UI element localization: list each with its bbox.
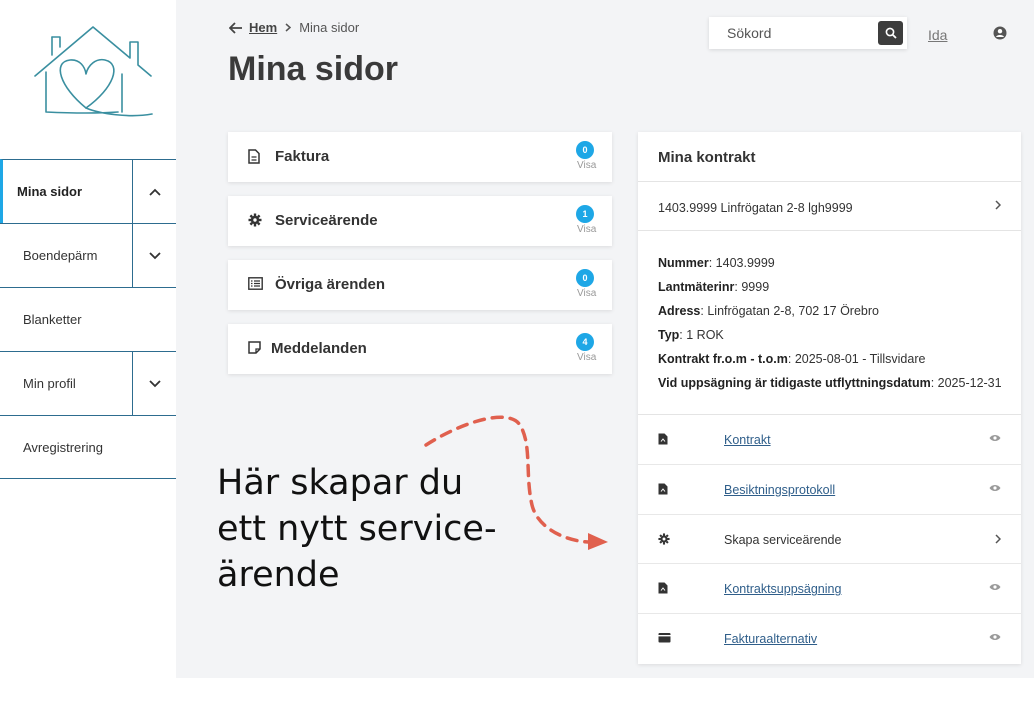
document-link[interactable]: Besiktningsprotokoll	[724, 483, 835, 497]
chevron-right-icon	[995, 200, 1001, 210]
card-faktura[interactable]: Faktura 0 Visa	[228, 132, 612, 182]
sidebar-item-label: Mina sidor	[17, 184, 83, 199]
detail-row: Nummer: 1403.9999	[658, 255, 1021, 279]
breadcrumb-current: Mina sidor	[299, 20, 360, 35]
search-icon	[885, 27, 897, 39]
user-link[interactable]: Ida	[928, 27, 947, 43]
show-link[interactable]: Visa	[577, 224, 596, 235]
detail-value: : 2025-08-01 - Tillsvidare	[787, 352, 926, 366]
annotation-line: ärende	[217, 555, 340, 595]
count-badge: 1	[576, 205, 594, 223]
contracts-title: Mina kontrakt	[638, 132, 1021, 182]
note-icon	[248, 341, 261, 354]
sidebar-item-label: Boendepärm	[23, 248, 98, 263]
detail-value: : 9999	[734, 280, 770, 294]
sidebar-item-min-profil[interactable]: Min profil	[0, 351, 176, 415]
show-link[interactable]: Visa	[577, 352, 596, 363]
show-link[interactable]: Visa	[577, 288, 596, 299]
breadcrumb-home-link[interactable]: Hem	[249, 20, 277, 35]
chevron-down-icon[interactable]	[132, 224, 176, 287]
search-input[interactable]	[709, 17, 869, 49]
detail-label: Vid uppsägning är tidigaste utflyttnings…	[658, 376, 931, 390]
list-icon	[248, 277, 263, 290]
contracts-panel: Mina kontrakt 1403.9999 Linfrögatan 2-8 …	[638, 132, 1021, 664]
card-ovriga-arenden[interactable]: Övriga ärenden 0 Visa	[228, 260, 612, 310]
gear-icon	[248, 213, 262, 227]
pdf-icon	[658, 483, 668, 495]
detail-row: Lantmäterinr: 9999	[658, 279, 1021, 303]
eye-icon[interactable]	[989, 434, 1001, 442]
sidebar-item-label: Blanketter	[23, 312, 82, 327]
detail-label: Nummer	[658, 256, 709, 270]
page-title: Mina sidor	[228, 50, 399, 88]
eye-icon[interactable]	[989, 484, 1001, 492]
detail-row: Vid uppsägning är tidigaste utflyttnings…	[658, 375, 1021, 399]
detail-label: Typ	[658, 328, 680, 342]
count-badge: 0	[576, 269, 594, 287]
sidebar-item-label: Avregistrering	[23, 439, 103, 455]
contract-selector-label: 1403.9999 Linfrögatan 2-8 lgh9999	[658, 201, 853, 215]
card-title: Meddelanden	[271, 340, 367, 357]
document-link[interactable]: Fakturaalternativ	[724, 632, 817, 646]
detail-row: Kontrakt fr.o.m - t.o.m: 2025-08-01 - Ti…	[658, 351, 1021, 375]
document-row-kontrakt[interactable]: Kontrakt	[638, 415, 1021, 465]
document-link[interactable]: Kontrakt	[724, 433, 771, 447]
card-title: Övriga ärenden	[275, 276, 386, 293]
chevron-up-icon[interactable]	[132, 160, 176, 223]
count-badge: 0	[576, 141, 594, 159]
arrow-left-icon[interactable]	[229, 21, 243, 34]
document-icon	[248, 149, 260, 164]
dashed-arrow-icon	[424, 415, 608, 550]
account-icon[interactable]	[993, 26, 1007, 40]
wallet-icon	[658, 633, 671, 643]
sidebar-nav: Mina sidor Boendepärm Blanketter Min pro…	[0, 159, 176, 479]
count-badge: 4	[576, 333, 594, 351]
sidebar-item-blanketter[interactable]: Blanketter	[0, 287, 176, 351]
search-box	[709, 17, 907, 49]
pdf-icon	[658, 433, 668, 445]
house-heart-logo-icon[interactable]	[30, 22, 156, 122]
card-meddelanden[interactable]: Meddelanden 4 Visa	[228, 324, 612, 374]
detail-row: Typ: 1 ROK	[658, 327, 1021, 351]
detail-value: : 1 ROK	[679, 328, 724, 342]
sidebar-item-mina-sidor[interactable]: Mina sidor	[0, 159, 176, 223]
search-button[interactable]	[878, 21, 903, 45]
breadcrumb: Hem Mina sidor	[229, 20, 359, 35]
show-link[interactable]: Visa	[577, 160, 596, 171]
create-service-request-label[interactable]: Skapa serviceärende	[724, 533, 841, 547]
eye-icon[interactable]	[989, 633, 1001, 641]
detail-value: : 2025-12-31	[930, 376, 1002, 390]
sidebar-item-avregistrering[interactable]: Avregistrering	[0, 415, 176, 479]
detail-row: Adress: Linfrögatan 2-8, 702 17 Örebro	[658, 303, 1021, 327]
document-row-fakturaalternativ[interactable]: Fakturaalternativ	[638, 614, 1021, 664]
detail-value: : Linfrögatan 2-8, 702 17 Örebro	[700, 304, 879, 318]
detail-label: Adress	[658, 304, 701, 318]
gear-icon	[658, 533, 670, 545]
detail-label: Lantmäterinr	[658, 280, 735, 294]
document-row-skapa-servicearende[interactable]: Skapa serviceärende	[638, 515, 1021, 565]
document-row-besiktningsprotokoll[interactable]: Besiktningsprotokoll	[638, 465, 1021, 515]
sidebar-item-boendeparm[interactable]: Boendepärm	[0, 223, 176, 287]
card-title: Faktura	[275, 148, 330, 165]
document-row-kontraktsuppsagning[interactable]: Kontraktsuppsägning	[638, 564, 1021, 615]
card-title: Serviceärende	[275, 212, 378, 229]
sidebar: Mina sidor Boendepärm Blanketter Min pro…	[0, 0, 176, 678]
breadcrumb-separator-icon	[285, 20, 292, 35]
card-servicearende[interactable]: Serviceärende 1 Visa	[228, 196, 612, 246]
chevron-down-icon[interactable]	[132, 352, 176, 415]
detail-value: : 1403.9999	[708, 256, 775, 270]
chevron-right-icon[interactable]	[995, 534, 1001, 544]
pdf-icon	[658, 582, 668, 594]
eye-icon[interactable]	[989, 583, 1001, 591]
contract-details: Nummer: 1403.9999 Lantmäterinr: 9999 Adr…	[638, 231, 1021, 415]
contract-selector[interactable]: 1403.9999 Linfrögatan 2-8 lgh9999	[638, 182, 1021, 231]
document-link[interactable]: Kontraktsuppsägning	[724, 582, 841, 596]
sidebar-item-label: Min profil	[23, 376, 76, 391]
detail-label: Kontrakt fr.o.m - t.o.m	[658, 352, 788, 366]
